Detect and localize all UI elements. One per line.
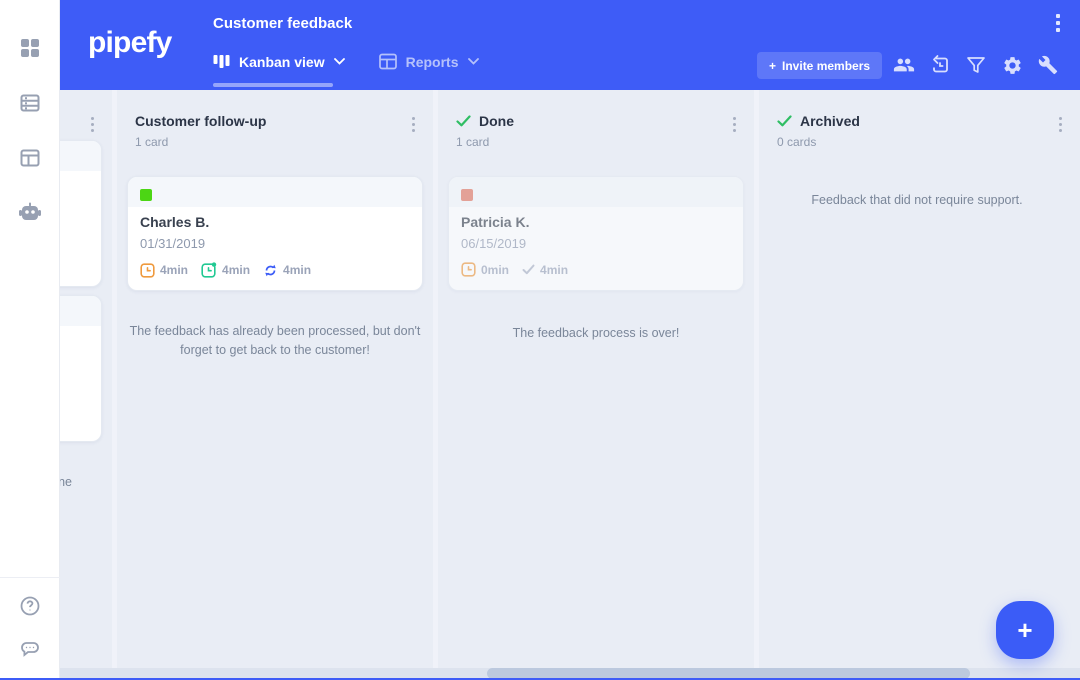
column-card-count: 1 card — [135, 135, 169, 149]
admin-wrench-icon[interactable] — [1037, 54, 1059, 76]
time-badge: 4min — [140, 262, 188, 278]
kanban-view-icon — [213, 54, 230, 69]
card-title: Charles B. — [140, 214, 210, 230]
kanban-column-done: Done 1 card Patricia K. 06/15/2019 0min … — [438, 90, 754, 680]
reports-layout-icon[interactable] — [0, 136, 60, 180]
kanban-column-archived: Archived 0 cards Feedback that did not r… — [759, 90, 1080, 680]
card-due-date: 01/31/2019 — [140, 236, 206, 251]
invite-members-button[interactable]: + Invite members — [757, 52, 883, 79]
pipe-header: pipefy Customer feedback Kanban view Rep… — [60, 0, 1080, 90]
column-menu-kebab-icon[interactable] — [1054, 117, 1066, 139]
column-helper-text: The feedback process is over! — [512, 326, 680, 340]
time-badge: 4min — [201, 262, 250, 278]
time-badge: 4min — [522, 263, 568, 277]
clock-box-green-dot-icon — [201, 262, 217, 278]
column-helper-text: Feedback that did not require support. — [811, 193, 1023, 207]
chevron-down-icon — [467, 58, 479, 65]
column-title: Archived — [800, 113, 860, 129]
kanban-board: one Customer follow-up 1 card Charles B.… — [60, 90, 1080, 680]
kanban-column-partial: one — [60, 90, 112, 680]
column-title: Customer follow-up — [135, 113, 267, 129]
pipe-title: Customer feedback — [213, 15, 353, 32]
kanban-card-patricia[interactable]: Patricia K. 06/15/2019 0min 4min — [448, 176, 744, 291]
cycle-arrows-blue-icon — [263, 263, 278, 278]
done-check-icon — [777, 115, 792, 127]
view-tabs: Kanban view Reports — [213, 53, 479, 70]
column-menu-kebab-icon[interactable] — [407, 117, 419, 139]
tab-kanban-label: Kanban view — [239, 53, 325, 70]
clock-box-orange-icon — [461, 262, 476, 277]
filter-icon[interactable] — [965, 54, 987, 76]
column-helper-text-partial: one — [60, 475, 72, 489]
help-icon[interactable] — [0, 584, 60, 628]
tab-reports[interactable]: Reports — [378, 53, 479, 70]
apps-grid-icon[interactable] — [0, 26, 60, 70]
column-helper-text: The feedback has already been processed,… — [129, 324, 421, 358]
card-label-red — [461, 189, 473, 201]
column-menu-kebab-icon[interactable] — [86, 117, 98, 139]
column-title: Done — [479, 113, 514, 129]
check-gray-icon — [522, 264, 535, 275]
feedback-chat-icon[interactable] — [0, 628, 60, 672]
automation-robot-icon[interactable] — [0, 191, 60, 235]
kanban-card-partial[interactable] — [60, 140, 102, 287]
settings-gear-icon[interactable] — [1001, 54, 1023, 76]
reports-icon — [378, 53, 397, 70]
card-title: Patricia K. — [461, 214, 530, 230]
members-icon[interactable] — [893, 54, 915, 76]
kanban-card-charles[interactable]: Charles B. 01/31/2019 4min 4min 4min — [127, 176, 423, 291]
tab-kanban-view[interactable]: Kanban view — [213, 54, 345, 70]
time-badge: 0min — [461, 262, 509, 277]
column-card-count: 0 cards — [777, 135, 817, 149]
kanban-column-customer-follow-up: Customer follow-up 1 card Charles B. 01/… — [117, 90, 433, 680]
database-icon[interactable] — [0, 81, 60, 125]
plus-icon: + — [769, 58, 777, 73]
active-tab-indicator — [213, 83, 333, 87]
clock-box-orange-icon — [140, 262, 155, 278]
column-menu-kebab-icon[interactable] — [728, 117, 740, 139]
automation-import-icon[interactable] — [929, 54, 951, 76]
time-badge: 4min — [263, 263, 311, 278]
tab-reports-label: Reports — [405, 53, 459, 70]
chevron-down-icon — [333, 58, 345, 65]
more-options-kebab-icon[interactable] — [1049, 14, 1067, 34]
create-card-button[interactable]: + — [996, 601, 1054, 659]
app-sidebar — [0, 0, 60, 680]
column-card-count: 1 card — [456, 135, 490, 149]
kanban-card-partial[interactable] — [60, 295, 102, 442]
pipefy-logo[interactable]: pipefy — [88, 26, 172, 60]
done-check-icon — [456, 115, 471, 127]
card-label-green — [140, 189, 152, 201]
card-due-date: 06/15/2019 — [461, 236, 527, 251]
